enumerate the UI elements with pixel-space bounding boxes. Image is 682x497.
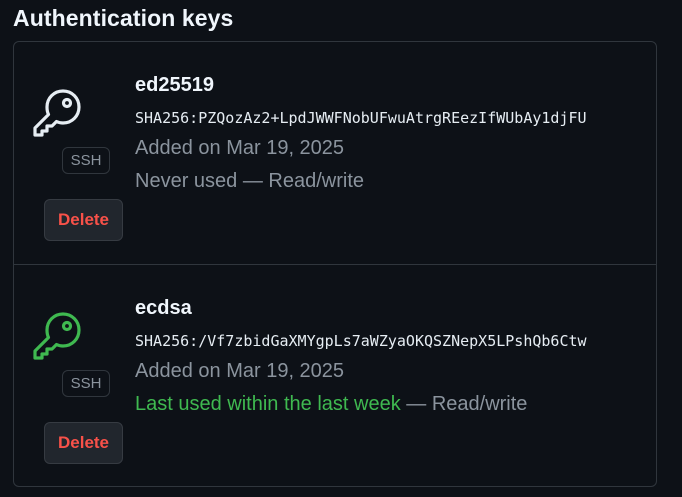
separator: —: [237, 170, 269, 192]
last-used-text: Never used: [135, 170, 238, 192]
access-level: Read/write: [431, 393, 528, 415]
key-title: ecdsa: [135, 297, 192, 319]
key-fingerprint: SHA256:PZQozAz2+LpdJWWFNobUFwuAtrgREezIf…: [135, 109, 587, 127]
keys-list: SSH Delete ed25519 SHA256:PZQozAz2+LpdJW…: [13, 41, 657, 487]
added-date: Added on Mar 19, 2025: [135, 360, 345, 382]
ssh-badge: SSH: [62, 370, 110, 397]
section-heading: Authentication keys: [13, 5, 234, 31]
usage-info: Last used within the last week — Read/wr…: [135, 393, 527, 416]
usage-info: Never used — Read/write: [135, 170, 364, 193]
delete-button[interactable]: Delete: [44, 422, 123, 464]
key-icon: [33, 312, 81, 360]
key-fingerprint: SHA256:/Vf7zbidGaXMYgpLs7aWZyaOKQSZNepX5…: [135, 332, 587, 350]
key-title: ed25519: [135, 74, 214, 96]
key-item-ed25519: SSH Delete ed25519 SHA256:PZQozAz2+LpdJW…: [14, 42, 656, 265]
last-used-text: Last used within the last week: [135, 393, 401, 415]
ssh-badge: SSH: [62, 147, 110, 174]
key-item-ecdsa: SSH Delete ecdsa SHA256:/Vf7zbidGaXMYgpL…: [14, 265, 656, 487]
separator: —: [400, 393, 432, 415]
access-level: Read/write: [268, 170, 365, 192]
added-date: Added on Mar 19, 2025: [135, 137, 345, 159]
delete-button[interactable]: Delete: [44, 199, 123, 241]
key-icon: [33, 89, 81, 137]
